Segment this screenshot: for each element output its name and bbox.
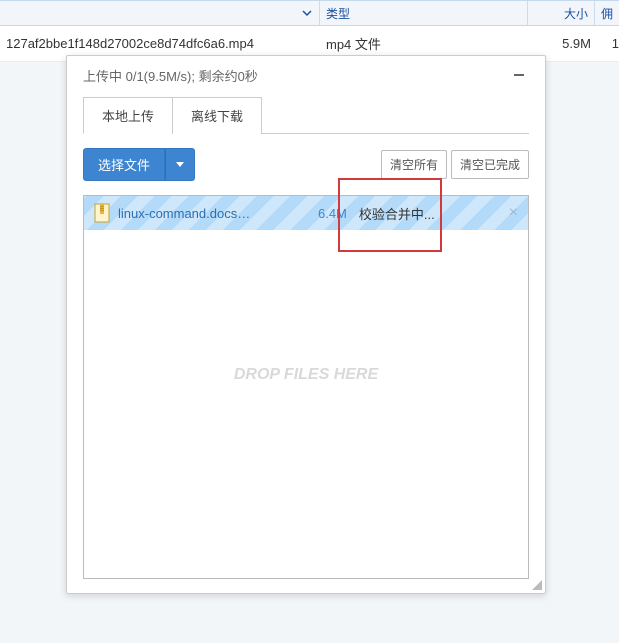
- chevron-down-icon: [176, 162, 184, 167]
- select-file-button[interactable]: 选择文件: [83, 148, 165, 181]
- cell-filename: 127af2bbe1f148d27002ce8d74dfc6a6.mp4: [0, 36, 320, 51]
- sort-desc-icon: [301, 7, 313, 19]
- cell-last: 1: [595, 36, 619, 51]
- clear-all-button[interactable]: 清空所有: [381, 150, 447, 179]
- file-table: 类型 大小 佣 127af2bbe1f148d27002ce8d74dfc6a6…: [0, 0, 619, 62]
- select-file-dropdown[interactable]: [165, 148, 195, 181]
- clear-completed-button[interactable]: 清空已完成: [451, 150, 529, 179]
- toolbar: 选择文件 清空所有 清空已完成: [83, 148, 529, 181]
- cell-type: mp4 文件: [320, 34, 528, 53]
- upload-item-size: 6.4M: [318, 206, 347, 221]
- upload-panel: 上传中 0/1(9.5M/s); 剩余约0秒 本地上传 离线下载 选择文件 清空…: [66, 55, 546, 594]
- remove-item-button[interactable]: ×: [507, 204, 520, 222]
- cell-size: 5.9M: [528, 36, 595, 51]
- upload-status-text: 上传中 0/1(9.5M/s); 剩余约0秒: [83, 66, 258, 85]
- upload-item-status: 校验合并中...: [359, 204, 439, 223]
- tab-bar: 本地上传 离线下载: [83, 96, 529, 134]
- drop-area[interactable]: linux-command.docs… 6.4M 校验合并中... × DROP…: [83, 195, 529, 579]
- column-header-last[interactable]: 佣: [595, 1, 619, 25]
- panel-header: 上传中 0/1(9.5M/s); 剩余约0秒: [83, 64, 529, 86]
- tab-offline-download[interactable]: 离线下载: [172, 97, 262, 134]
- table-header: 类型 大小 佣: [0, 0, 619, 26]
- select-file-group: 选择文件: [83, 148, 195, 181]
- column-header-type[interactable]: 类型: [320, 1, 528, 25]
- column-header-size[interactable]: 大小: [528, 1, 595, 25]
- upload-item[interactable]: linux-command.docs… 6.4M 校验合并中... ×: [84, 196, 528, 230]
- tab-local-upload[interactable]: 本地上传: [83, 97, 173, 134]
- zip-file-icon: [94, 203, 110, 223]
- resize-handle[interactable]: [530, 578, 542, 590]
- drop-hint-text: DROP FILES HERE: [84, 366, 528, 384]
- column-header-name[interactable]: [0, 1, 320, 25]
- upload-item-name: linux-command.docs…: [118, 206, 250, 221]
- minimize-button[interactable]: [509, 69, 529, 81]
